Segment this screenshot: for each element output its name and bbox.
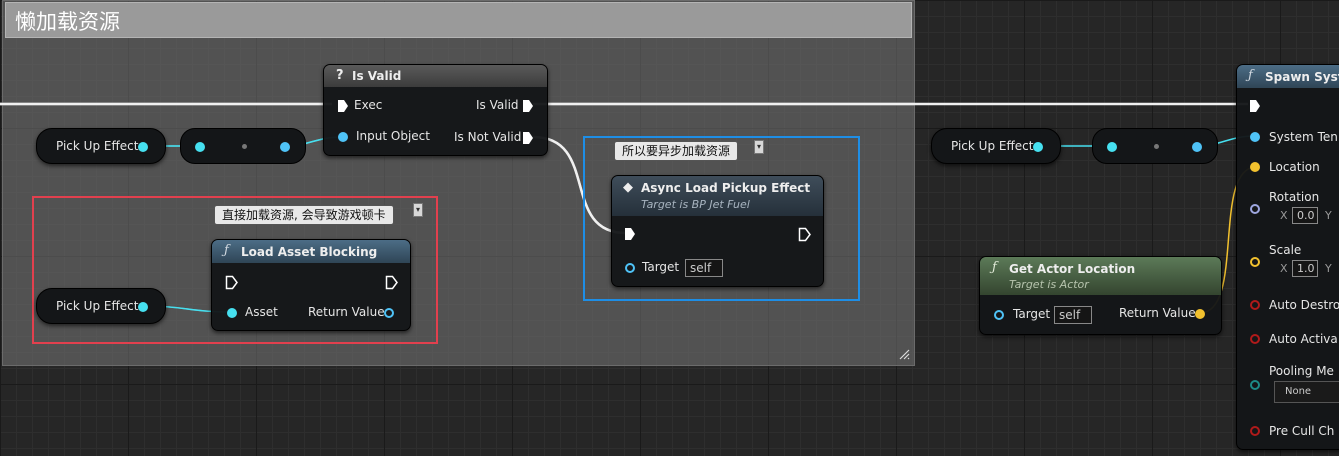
auto-activate-pin[interactable] (1250, 334, 1260, 344)
rotation-x-input[interactable]: 0.0 (1292, 207, 1318, 224)
async-exec-out-pin[interactable] (798, 227, 812, 242)
get-actor-return-label: Return Value (1119, 306, 1196, 320)
reroute-input-pin[interactable] (1107, 142, 1117, 152)
async-target-pin[interactable] (625, 263, 635, 273)
location-label: Location (1269, 160, 1320, 174)
reroute-output-pin[interactable] (1192, 142, 1202, 152)
scale-x-label: X (1280, 262, 1288, 275)
get-actor-location-node[interactable]: ƒ Get Actor Location Target is Actor Tar… (979, 256, 1222, 335)
async-load-pickup-effect-node[interactable]: ◆ Async Load Pickup Effect Target is BP … (611, 175, 824, 287)
pre-cull-label: Pre Cull Ch (1269, 424, 1335, 438)
async-load-subtitle: Target is BP Jet Fuel (641, 198, 750, 211)
get-actor-return-pin[interactable] (1195, 309, 1205, 319)
auto-destroy-pin[interactable] (1250, 300, 1260, 310)
pick-up-effect-getter-3[interactable]: Pick Up Effect (931, 128, 1061, 164)
is-not-valid-out-pin[interactable] (522, 131, 534, 145)
async-load-title: Async Load Pickup Effect (641, 181, 811, 195)
pick-up-effect-getter-2[interactable]: Pick Up Effect (36, 288, 166, 324)
reroute-input-pin[interactable] (195, 142, 205, 152)
auto-destroy-label: Auto Destro (1269, 298, 1339, 312)
rotation-pin[interactable] (1250, 204, 1260, 214)
spawn-system-node[interactable]: ƒ Spawn Syst System Ten Location Rotatio… (1236, 64, 1339, 450)
getter-label: Pick Up Effect (56, 139, 139, 153)
load-asset-exec-out-pin[interactable] (385, 275, 399, 290)
auto-activate-label: Auto Activa (1269, 332, 1338, 346)
pooling-method-pin[interactable] (1250, 380, 1260, 390)
load-asset-exec-in-pin[interactable] (225, 275, 239, 290)
input-object-pin[interactable] (338, 132, 348, 142)
async-load-comment-bubble[interactable]: 所以要异步加载资源 (614, 141, 739, 161)
spawn-exec-in-pin[interactable] (1249, 99, 1261, 113)
asset-label: Asset (245, 305, 278, 319)
bubble-toggle-icon-2[interactable]: ▾ (754, 140, 764, 154)
is-valid-out-pin[interactable] (522, 99, 534, 113)
reroute-dot (242, 144, 247, 149)
getter-label: Pick Up Effect (56, 299, 139, 313)
is-valid-node[interactable]: ? Is Valid Exec Input Object Is Valid Is… (323, 64, 548, 156)
bubble-toggle-icon[interactable]: ▾ (413, 203, 423, 217)
pre-cull-pin[interactable] (1250, 426, 1260, 436)
is-valid-out-label: Is Valid (476, 98, 519, 112)
reroute-node[interactable] (180, 128, 306, 164)
getter-output-pin[interactable] (1033, 142, 1043, 152)
load-asset-return-pin[interactable] (384, 308, 394, 318)
load-asset-return-label: Return Value (308, 305, 385, 319)
getter-label: Pick Up Effect (951, 139, 1034, 153)
scale-label: Scale (1269, 243, 1302, 257)
asset-pin[interactable] (227, 308, 237, 318)
pooling-method-label: Pooling Me (1269, 364, 1334, 378)
reroute-dot (1154, 144, 1159, 149)
input-object-label: Input Object (356, 129, 430, 143)
system-template-label: System Ten (1269, 130, 1338, 144)
async-exec-in-pin[interactable] (624, 227, 636, 241)
function-icon: ƒ (1248, 68, 1253, 83)
getter-output-pin[interactable] (138, 142, 148, 152)
get-actor-target-input[interactable]: self (1054, 306, 1092, 324)
rotation-y-label: Y (1325, 209, 1332, 222)
get-actor-target-label: Target (1013, 307, 1051, 321)
scale-pin[interactable] (1250, 257, 1260, 267)
reroute-node-2[interactable] (1092, 128, 1218, 164)
function-icon: ƒ (224, 243, 229, 258)
exec-in-pin[interactable] (337, 99, 349, 113)
is-valid-title: Is Valid (352, 69, 402, 83)
is-not-valid-out-label: Is Not Valid (454, 130, 522, 144)
exec-in-label: Exec (354, 98, 383, 112)
pick-up-effect-getter[interactable]: Pick Up Effect (36, 128, 166, 164)
rotation-label: Rotation (1269, 190, 1320, 204)
async-target-input[interactable]: self (685, 259, 723, 277)
question-icon: ? (336, 68, 344, 83)
get-actor-location-title: Get Actor Location (1009, 262, 1136, 276)
pooling-method-select[interactable]: None (1274, 381, 1339, 403)
system-template-pin[interactable] (1250, 132, 1260, 142)
rotation-x-label: X (1280, 209, 1288, 222)
function-icon: ƒ (992, 260, 997, 275)
scale-x-input[interactable]: 1.0 (1292, 260, 1318, 277)
load-asset-blocking-node[interactable]: ƒ Load Asset Blocking Asset Return Value (211, 239, 411, 331)
getter-output-pin[interactable] (138, 302, 148, 312)
get-actor-location-subtitle: Target is Actor (1009, 278, 1089, 291)
async-icon: ◆ (623, 180, 633, 195)
scale-y-label: Y (1325, 262, 1332, 275)
load-asset-title: Load Asset Blocking (241, 245, 378, 259)
load-asset-comment-bubble[interactable]: 直接加载资源, 会导致游戏顿卡 (214, 205, 394, 225)
reroute-output-pin[interactable] (280, 142, 290, 152)
async-target-label: Target (642, 260, 680, 274)
get-actor-target-pin[interactable] (994, 310, 1004, 320)
location-pin[interactable] (1250, 162, 1260, 172)
spawn-title: Spawn Syst (1265, 70, 1339, 84)
